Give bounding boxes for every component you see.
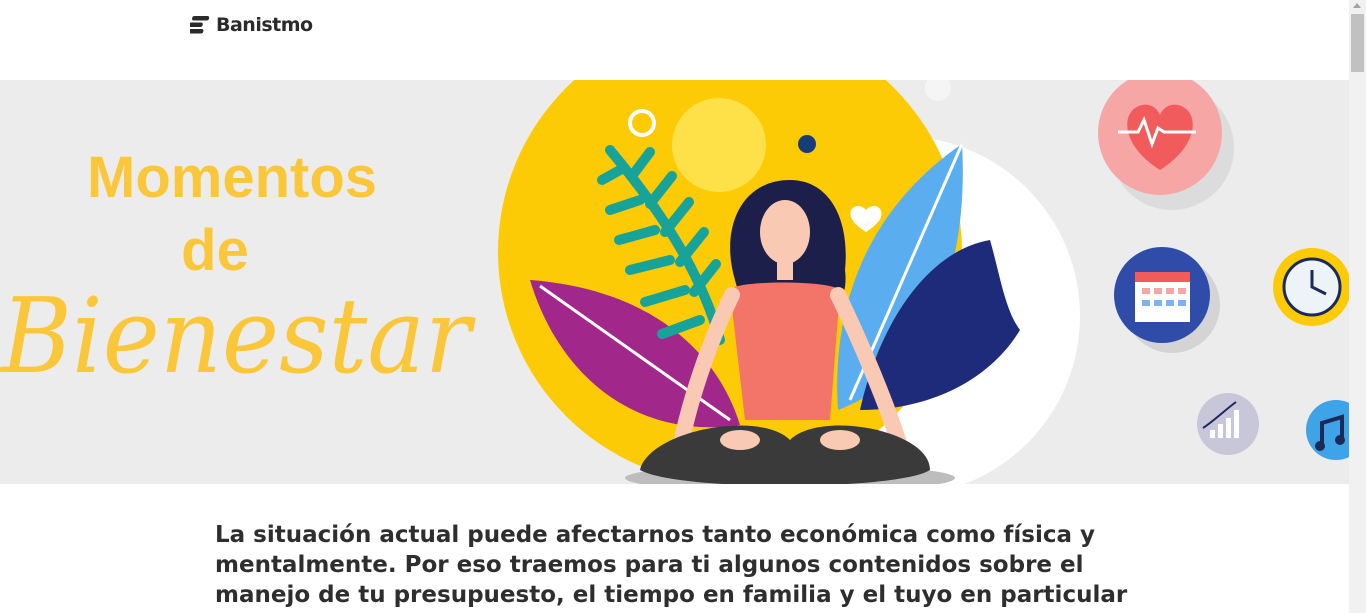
banistmo-logo[interactable]: Banistmo [190,14,313,36]
vertical-scrollbar[interactable] [1349,0,1366,613]
heart-pulse-icon [1098,80,1234,210]
hero-title-line2: de [181,218,249,283]
hero-banner: Momentos de Bienestar [0,80,1349,484]
scrollbar-thumb[interactable] [1351,14,1364,72]
hero-title-line1: Momentos [87,145,377,210]
music-note-icon [1306,400,1349,460]
site-header: Banistmo [0,0,1349,80]
dot-decoration-light [925,80,951,101]
calendar-icon [1114,247,1220,353]
hero-title-script: Bienestar [0,275,476,397]
clock-icon [1273,248,1349,326]
scroll-up-arrow-icon[interactable] [1353,3,1361,8]
logo-text: Banistmo [216,14,313,36]
growth-chart-icon [1197,393,1259,455]
banistmo-logo-icon [190,16,210,34]
intro-paragraph: La situación actual puede afectarnos tan… [215,522,1128,613]
hero-illustration: Momentos de Bienestar [0,80,1349,484]
dot-decoration [798,135,816,153]
small-sun [672,98,766,192]
